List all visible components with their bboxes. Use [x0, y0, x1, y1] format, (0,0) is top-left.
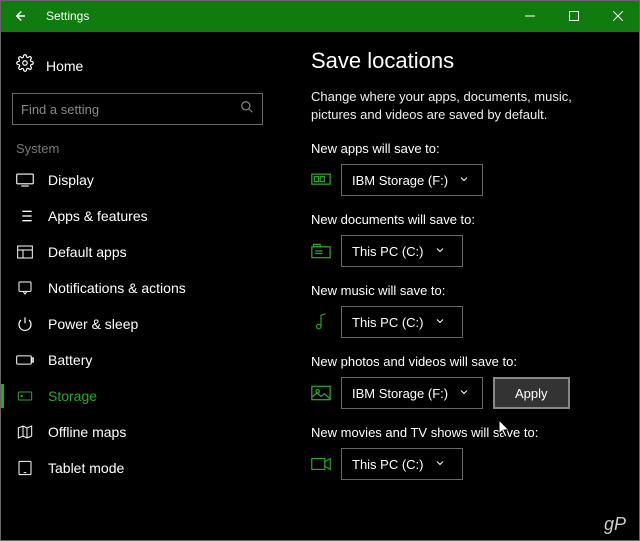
battery-icon — [16, 354, 34, 366]
home-label: Home — [46, 58, 83, 74]
window-title: Settings — [46, 9, 89, 23]
sidebar-item-default-apps[interactable]: Default apps — [12, 234, 273, 270]
sidebar-item-label: Offline maps — [48, 424, 126, 440]
list-icon — [16, 209, 34, 223]
setting-music: New music will save to: This PC (C:) — [311, 283, 622, 338]
setting-label: New apps will save to: — [311, 141, 622, 156]
minimize-button[interactable] — [508, 0, 552, 32]
power-icon — [16, 316, 34, 332]
category-label: System — [12, 139, 273, 162]
watermark: gP — [604, 514, 626, 535]
sidebar-item-label: Display — [48, 172, 94, 188]
music-drive-icon — [311, 314, 331, 330]
movies-location-dropdown[interactable]: This PC (C:) — [341, 448, 463, 480]
movies-drive-icon — [311, 456, 331, 472]
sidebar-item-battery[interactable]: Battery — [12, 342, 273, 378]
apply-label: Apply — [515, 386, 548, 401]
setting-label: New photos and videos will save to: — [311, 354, 622, 369]
apply-button[interactable]: Apply — [493, 377, 570, 409]
sidebar-item-power-sleep[interactable]: Power & sleep — [12, 306, 273, 342]
apps-location-dropdown[interactable]: IBM Storage (F:) — [341, 164, 483, 196]
sidebar: Home Find a setting System Display Apps … — [0, 32, 273, 541]
home-nav[interactable]: Home — [12, 48, 273, 89]
titlebar: Settings — [0, 0, 640, 32]
music-location-dropdown[interactable]: This PC (C:) — [341, 306, 463, 338]
setting-label: New music will save to: — [311, 283, 622, 298]
sidebar-item-display[interactable]: Display — [12, 162, 273, 198]
default-apps-icon — [16, 245, 34, 259]
notifications-icon — [16, 280, 34, 296]
dropdown-value: This PC (C:) — [352, 457, 424, 472]
setting-documents: New documents will save to: This PC (C:) — [311, 212, 622, 267]
maximize-button[interactable] — [552, 0, 596, 32]
sidebar-item-label: Tablet mode — [48, 460, 124, 476]
setting-photos: New photos and videos will save to: IBM … — [311, 354, 622, 409]
setting-label: New movies and TV shows will save to: — [311, 425, 622, 440]
sidebar-item-offline-maps[interactable]: Offline maps — [12, 414, 273, 450]
gear-icon — [16, 54, 34, 77]
content-pane: Save locations Change where your apps, d… — [273, 32, 640, 541]
close-button[interactable] — [596, 0, 640, 32]
display-icon — [16, 173, 34, 187]
dropdown-value: IBM Storage (F:) — [352, 386, 448, 401]
setting-apps: New apps will save to: IBM Storage (F:) — [311, 141, 622, 196]
sidebar-item-tablet-mode[interactable]: Tablet mode — [12, 450, 273, 486]
tablet-icon — [16, 460, 34, 476]
sidebar-item-storage[interactable]: Storage — [12, 378, 273, 414]
dropdown-value: IBM Storage (F:) — [352, 173, 448, 188]
setting-movies: New movies and TV shows will save to: Th… — [311, 425, 622, 480]
search-input[interactable]: Find a setting — [12, 93, 263, 125]
photos-location-dropdown[interactable]: IBM Storage (F:) — [341, 377, 483, 409]
sidebar-item-label: Default apps — [48, 244, 127, 260]
sidebar-item-label: Apps & features — [48, 208, 148, 224]
documents-location-dropdown[interactable]: This PC (C:) — [341, 235, 463, 267]
chevron-down-icon — [434, 315, 446, 330]
sidebar-item-label: Notifications & actions — [48, 280, 186, 296]
window-controls — [508, 0, 640, 32]
chevron-down-icon — [434, 244, 446, 259]
dropdown-value: This PC (C:) — [352, 244, 424, 259]
dropdown-value: This PC (C:) — [352, 315, 424, 330]
sidebar-item-apps-features[interactable]: Apps & features — [12, 198, 273, 234]
page-title: Save locations — [311, 48, 622, 74]
back-button[interactable] — [6, 3, 32, 29]
sidebar-item-label: Power & sleep — [48, 316, 138, 332]
storage-icon — [16, 388, 34, 404]
maps-icon — [16, 424, 34, 440]
sidebar-item-label: Battery — [48, 352, 92, 368]
chevron-down-icon — [434, 457, 446, 472]
chevron-down-icon — [458, 386, 470, 401]
sidebar-item-notifications[interactable]: Notifications & actions — [12, 270, 273, 306]
search-placeholder: Find a setting — [21, 102, 99, 117]
search-icon — [240, 100, 254, 119]
apps-drive-icon — [311, 172, 331, 188]
page-description: Change where your apps, documents, music… — [311, 88, 611, 123]
documents-drive-icon — [311, 243, 331, 259]
chevron-down-icon — [458, 173, 470, 188]
photos-drive-icon — [311, 385, 331, 401]
setting-label: New documents will save to: — [311, 212, 622, 227]
sidebar-item-label: Storage — [48, 388, 97, 404]
